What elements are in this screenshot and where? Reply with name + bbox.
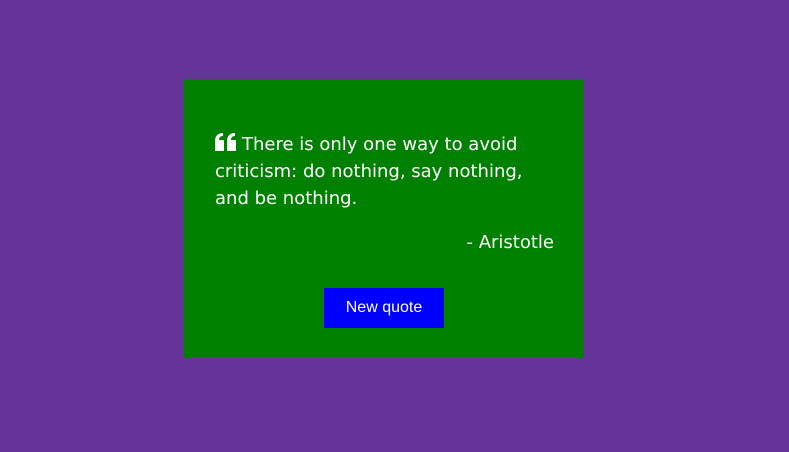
new-quote-button[interactable]: New quote: [324, 288, 444, 328]
quote-left-icon: [215, 133, 236, 151]
quote-text: There is only one way to avoid criticism…: [215, 134, 523, 209]
quote-author: - Aristotle: [466, 232, 554, 253]
page-background: { "quote": { "text": "There is only one …: [0, 0, 789, 452]
quote-box: There is only one way to avoid criticism…: [184, 79, 584, 358]
quote-text-block: There is only one way to avoid criticism…: [215, 131, 554, 212]
